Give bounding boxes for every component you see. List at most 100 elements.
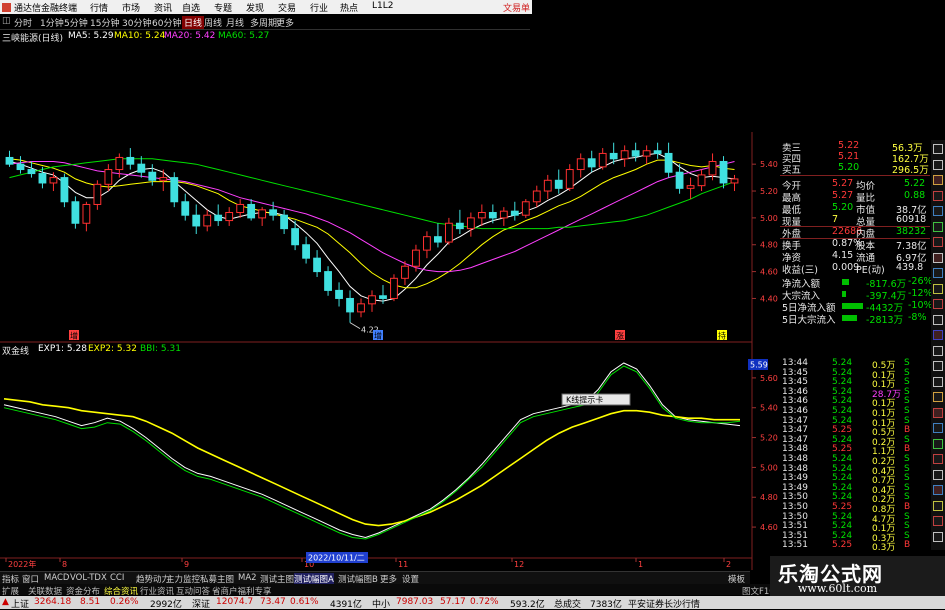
menu-item-4[interactable]: 专题 [214, 1, 232, 14]
sh-label[interactable]: 上证 [11, 597, 29, 610]
period-tab-4[interactable]: 30分钟 [122, 16, 151, 29]
candle-body-41[interactable] [455, 222, 464, 230]
candle-body-31[interactable] [346, 297, 354, 313]
menu-item-3[interactable]: 自选 [182, 1, 200, 14]
candle-body-64[interactable] [708, 160, 717, 176]
zx-label[interactable]: 中小 [372, 597, 390, 610]
candle-body-8[interactable] [93, 183, 102, 205]
menu-item-1[interactable]: 市场 [122, 1, 140, 14]
candle-body-4[interactable] [49, 177, 58, 184]
candle-body-46[interactable] [510, 210, 519, 216]
sidebar-tool-icon[interactable] [933, 314, 943, 325]
sidebar-tool-icon[interactable] [933, 531, 943, 542]
candle-body-34[interactable] [379, 295, 387, 299]
sidebar-tool-icon[interactable] [933, 190, 943, 201]
sidebar-tool-icon[interactable] [933, 221, 943, 232]
sidebar-tool-icon[interactable] [933, 159, 943, 170]
sidebar-tool-icon[interactable] [933, 237, 943, 247]
candle-body-50[interactable] [554, 179, 563, 189]
order-book-row[interactable]: 买五 5.20 296.5万 [780, 162, 930, 176]
candle-body-22[interactable] [247, 203, 256, 219]
candle-body-40[interactable] [444, 222, 453, 243]
candle-body-5[interactable] [60, 177, 69, 203]
sidebar-tool-icon[interactable] [933, 407, 943, 418]
candle-body-51[interactable] [565, 169, 574, 189]
candle-body-65[interactable] [719, 160, 728, 184]
menu-item-9[interactable]: L1L2 [372, 1, 393, 11]
period-tab-9[interactable]: 多周期 [250, 16, 277, 29]
menu-item-0[interactable]: 行情 [90, 1, 108, 14]
candle-body-11[interactable] [126, 156, 135, 165]
sidebar-tool-icon[interactable] [933, 283, 943, 294]
sidebar-tool-icon[interactable] [933, 252, 943, 263]
sidebar-tool-icon[interactable] [933, 361, 943, 371]
period-tab-10[interactable]: 更多 [276, 16, 294, 29]
period-tab-5[interactable]: 60分钟 [152, 16, 181, 29]
sidebar-tool-icon[interactable] [933, 206, 943, 216]
candle-body-6[interactable] [71, 201, 80, 224]
menu-item-6[interactable]: 交易 [278, 1, 296, 14]
candle-body-15[interactable] [170, 177, 179, 203]
sidebar-tool-icon[interactable] [933, 268, 943, 278]
candle-body-49[interactable] [543, 179, 552, 192]
candle-body-48[interactable] [532, 190, 541, 203]
candle-body-54[interactable] [598, 152, 607, 168]
candle-body-60[interactable] [664, 152, 673, 173]
menu-item-2[interactable]: 资讯 [154, 1, 172, 14]
candle-body-47[interactable] [521, 201, 530, 216]
candle-body-28[interactable] [313, 257, 321, 273]
sidebar-tool-icon[interactable] [933, 454, 943, 464]
collapse-icon[interactable]: ◫ [2, 16, 11, 26]
candle-body-1[interactable] [16, 163, 25, 171]
candle-body-9[interactable] [104, 169, 113, 185]
sidebar-tool-icon[interactable] [933, 423, 943, 433]
sidebar-tool-icon[interactable] [933, 516, 943, 526]
candle-body-59[interactable] [653, 150, 662, 154]
period-tab-1[interactable]: 1分钟 [40, 16, 64, 29]
sidebar-tool-icon[interactable] [933, 175, 943, 185]
candle-body-38[interactable] [423, 236, 431, 251]
indicator-tab-2[interactable]: MACD [44, 573, 69, 583]
candle-body-44[interactable] [488, 212, 497, 219]
indicator-tab-4[interactable]: CCI [110, 573, 124, 583]
candle-body-62[interactable] [686, 185, 695, 189]
candle-body-45[interactable] [499, 210, 508, 219]
candle-body-14[interactable] [159, 177, 168, 181]
candle-body-16[interactable] [181, 201, 190, 216]
sidebar-tool-icon[interactable] [933, 345, 943, 356]
candle-body-30[interactable] [335, 289, 343, 299]
candle-body-25[interactable] [280, 214, 289, 230]
sidebar-tool-icon[interactable] [933, 299, 943, 309]
candle-body-2[interactable] [27, 169, 36, 175]
sidebar-tool-icon[interactable] [933, 392, 943, 402]
period-tab-7[interactable]: 周线 [204, 16, 222, 29]
candle-body-35[interactable] [390, 277, 398, 299]
candle-body-0[interactable] [5, 156, 14, 165]
candle-body-58[interactable] [642, 150, 651, 157]
candle-body-19[interactable] [214, 214, 223, 222]
indicator-tab-3[interactable]: VOL-TDX [70, 573, 107, 583]
sidebar-tool-icon[interactable] [933, 376, 943, 387]
candle-body-61[interactable] [675, 171, 684, 189]
period-tab-6[interactable]: 日线 [182, 16, 205, 29]
sidebar-tool-icon[interactable] [933, 144, 943, 154]
candle-body-23[interactable] [258, 209, 267, 219]
sidebar-tool-icon[interactable] [933, 485, 943, 495]
candle-body-13[interactable] [148, 171, 157, 181]
candle-body-36[interactable] [401, 265, 409, 279]
candle-body-39[interactable] [434, 236, 442, 243]
menu-item-8[interactable]: 热点 [340, 1, 358, 14]
menu-item-5[interactable]: 发现 [246, 1, 264, 14]
indicator-tab-8[interactable]: MA2 [238, 573, 257, 583]
brand-label[interactable]: 文易单 [503, 1, 530, 14]
sz-label[interactable]: 深证 [192, 597, 210, 610]
period-tab-3[interactable]: 15分钟 [90, 16, 119, 29]
candle-body-27[interactable] [302, 244, 310, 259]
candle-body-26[interactable] [291, 228, 300, 246]
candle-body-53[interactable] [587, 158, 596, 168]
menu-item-7[interactable]: 行业 [310, 1, 328, 14]
candle-body-17[interactable] [192, 214, 201, 227]
candle-body-3[interactable] [38, 173, 47, 184]
candle-body-43[interactable] [477, 212, 486, 219]
candle-body-21[interactable] [236, 203, 245, 214]
